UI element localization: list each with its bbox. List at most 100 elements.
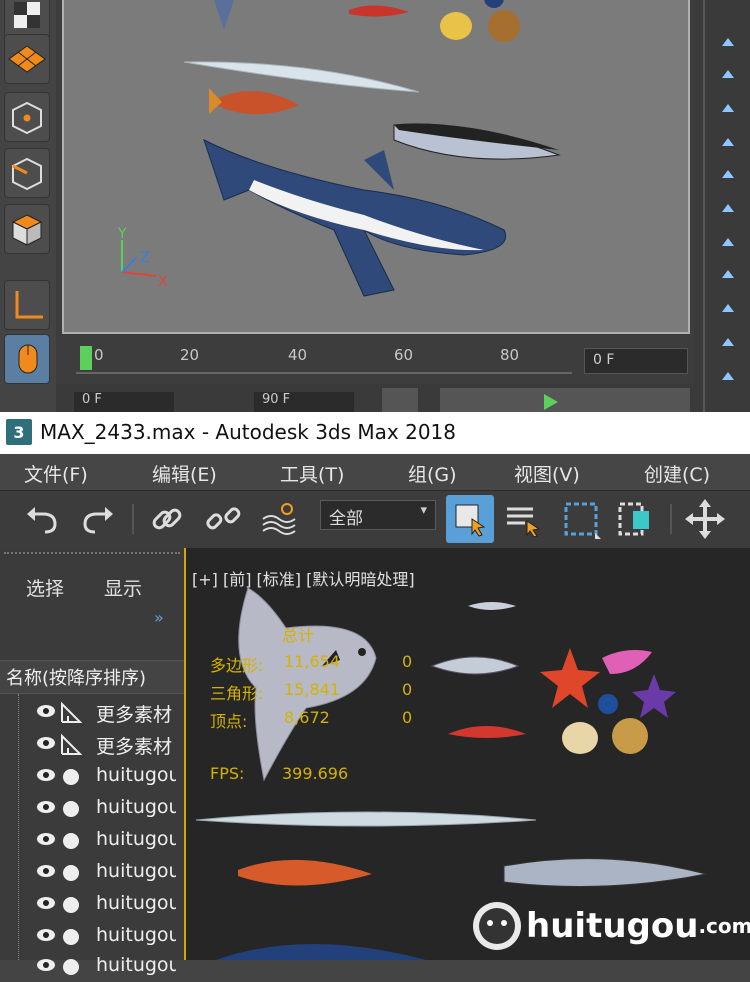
- link-icon: [152, 508, 182, 530]
- stats-polygons-selected: 0: [402, 652, 413, 671]
- undo-button[interactable]: [20, 497, 62, 541]
- purple-starfish: [632, 674, 676, 718]
- face-box-button[interactable]: [4, 204, 50, 254]
- axis-constraint-button[interactable]: [4, 280, 50, 330]
- box-vertex-icon: [12, 101, 42, 135]
- list-item[interactable]: huitugou: [0, 922, 180, 952]
- select-by-name-icon: [507, 507, 541, 537]
- move-button[interactable]: [684, 497, 726, 541]
- vertex-box-button[interactable]: [4, 92, 50, 142]
- mouse-tool-button[interactable]: [4, 334, 50, 384]
- huitugou-logo-icon: [473, 902, 521, 950]
- stats-vertices-label: 顶点:: [210, 712, 248, 731]
- timeline-tick: 80: [500, 346, 520, 364]
- selection-filter-dropdown[interactable]: 全部 ▾: [320, 500, 436, 530]
- window-crossing-icon: [618, 502, 649, 536]
- eye-icon[interactable]: [36, 704, 56, 718]
- object-name: huitugou: [96, 892, 176, 914]
- select-object-button[interactable]: [446, 495, 494, 543]
- salmon: [238, 859, 372, 886]
- shrimp: [448, 726, 526, 738]
- grid-plane-icon: [8, 45, 46, 73]
- menu-edit[interactable]: 编辑(E): [152, 460, 217, 487]
- geometry-sphere-icon: [63, 865, 79, 881]
- time-slider[interactable]: 0 20 40 60 80: [76, 342, 572, 378]
- time-slider-handle[interactable]: [80, 346, 92, 370]
- tab-display[interactable]: 显示: [104, 574, 142, 601]
- eye-icon[interactable]: [36, 832, 56, 846]
- list-item[interactable]: huitugou: [0, 826, 180, 856]
- spacewarp-icon: [262, 503, 296, 535]
- menu-create[interactable]: 创建(C): [644, 460, 710, 487]
- object-name: huitugou: [96, 954, 176, 976]
- menu-file[interactable]: 文件(F): [24, 460, 88, 487]
- name-column-label: 名称(按降序排序): [6, 668, 147, 689]
- stats-triangles-value: 15,841: [284, 680, 340, 699]
- frame-field-left[interactable]: 0 F: [74, 392, 174, 412]
- red-starfish: [540, 648, 600, 708]
- rect-selection-region-button[interactable]: [560, 497, 602, 541]
- frame-field-right[interactable]: 90 F: [254, 392, 354, 412]
- list-item[interactable]: huitugou: [0, 952, 180, 982]
- object-name: huitugou: [96, 924, 176, 946]
- axis-label-x: X: [158, 274, 168, 290]
- window-crossing-button[interactable]: [614, 497, 656, 541]
- eye-icon[interactable]: [36, 768, 56, 782]
- watermark-suffix: .com: [698, 914, 750, 938]
- list-item[interactable]: huitugou: [0, 858, 180, 888]
- helper-icon: [61, 702, 82, 723]
- menu-tools[interactable]: 工具(T): [280, 460, 344, 487]
- menu-group[interactable]: 组(G): [408, 460, 457, 487]
- plane-tool-button[interactable]: [4, 34, 50, 84]
- timeline-ruler: [76, 372, 572, 374]
- panel-grip[interactable]: [4, 552, 180, 556]
- watermark: huitugou .com: [470, 898, 750, 954]
- unlink-button[interactable]: [202, 497, 244, 541]
- transport-buttons[interactable]: [440, 388, 690, 412]
- upper-3d-viewport[interactable]: Y Z X: [62, 0, 690, 334]
- mouse-icon: [18, 344, 38, 374]
- object-name: 更多素材: [96, 704, 173, 726]
- eye-icon[interactable]: [36, 958, 56, 972]
- fps-value: 399.696: [282, 764, 349, 783]
- axis-label-z: Z: [140, 250, 150, 266]
- conch-shell: [440, 12, 472, 40]
- eye-icon[interactable]: [36, 896, 56, 910]
- eye-icon[interactable]: [36, 928, 56, 942]
- redo-button[interactable]: [78, 497, 120, 541]
- right-modifier-strip: [694, 0, 750, 412]
- menu-bar: [0, 454, 750, 490]
- geometry-sphere-icon: [63, 769, 79, 785]
- app-icon: 3: [6, 419, 32, 445]
- object-name: 更多素材: [96, 736, 173, 758]
- list-item[interactable]: huitugou: [0, 762, 180, 792]
- axis-gizmo: [121, 240, 157, 277]
- keyframe-markers: [703, 0, 734, 412]
- bind-spacewarp-button[interactable]: [258, 497, 300, 541]
- menu-views[interactable]: 视图(V): [514, 460, 580, 487]
- fish-scene-upper: Y Z X: [117, 0, 561, 297]
- list-item[interactable]: 更多素材: [0, 730, 180, 760]
- expand-panel-icon[interactable]: »: [154, 608, 164, 627]
- eye-icon[interactable]: [36, 800, 56, 814]
- goto-start-button[interactable]: [382, 388, 418, 412]
- tab-select[interactable]: 选择: [26, 574, 64, 601]
- viewport-label[interactable]: [+] [前] [标准] [默认明暗处理]: [192, 566, 415, 590]
- edge-box-button[interactable]: [4, 148, 50, 198]
- stats-polygons-label: 多边形:: [210, 656, 264, 675]
- eye-icon[interactable]: [36, 864, 56, 878]
- current-frame-field[interactable]: 0 F: [584, 348, 688, 374]
- stats-polygons-value: 11,654: [284, 652, 340, 671]
- eye-icon[interactable]: [36, 736, 56, 750]
- toolbar-divider: [670, 504, 672, 534]
- list-item[interactable]: 更多素材: [0, 698, 180, 728]
- geometry-sphere-icon: [63, 833, 79, 849]
- list-item[interactable]: huitugou: [0, 794, 180, 824]
- sunfish-eye: [358, 648, 366, 656]
- select-by-name-button[interactable]: [502, 497, 544, 541]
- scallop: [612, 718, 648, 754]
- link-button[interactable]: [146, 497, 188, 541]
- unlink-icon: [206, 507, 241, 530]
- timeline-tick: 40: [288, 346, 308, 364]
- list-item[interactable]: huitugou: [0, 890, 180, 920]
